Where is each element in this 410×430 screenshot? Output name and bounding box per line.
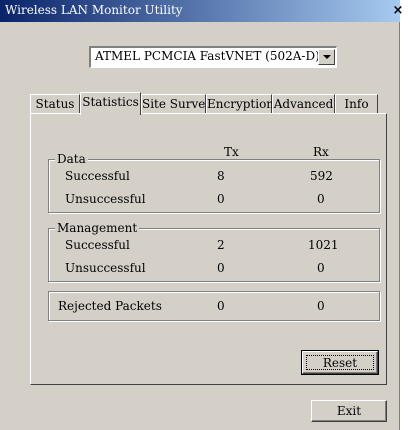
management-unsuccessful-tx: 0: [217, 261, 225, 275]
management-unsuccessful-label: Unsuccessful: [65, 261, 146, 275]
tab-encryption[interactable]: Encryption: [206, 94, 274, 114]
rejected-packets-label: Rejected Packets: [58, 299, 162, 313]
window-title: Wireless LAN Monitor Utility: [5, 3, 183, 17]
adapter-select-value: ATMEL PCMCIA FastVNET (502A-D): [95, 49, 320, 63]
chevron-down-icon: [323, 55, 331, 59]
close-icon[interactable]: ×: [390, 2, 406, 19]
title-bar[interactable]: Wireless LAN Monitor Utility ×: [0, 0, 403, 22]
management-group: Management Successful 2 1021 Unsuccessfu…: [48, 221, 380, 282]
data-successful-tx: 8: [217, 169, 225, 183]
data-successful-rx: 592: [310, 169, 333, 183]
data-successful-label: Successful: [65, 169, 130, 183]
tab-advanced[interactable]: Advanced: [272, 94, 335, 114]
exit-button[interactable]: Exit: [311, 400, 387, 422]
tab-info[interactable]: Info: [335, 94, 378, 114]
reset-button-focus-rect: [306, 355, 374, 370]
column-header-tx: Tx: [224, 145, 239, 159]
management-group-title: Management: [55, 221, 140, 235]
adapter-select-dropdown-button[interactable]: [318, 49, 335, 65]
management-unsuccessful-rx: 0: [317, 261, 325, 275]
management-successful-rx: 1021: [308, 238, 339, 252]
data-group-title: Data: [55, 152, 88, 166]
rejected-packets-tx: 0: [217, 299, 225, 313]
data-group: Data Successful 8 592 Unsuccessful 0 0: [48, 152, 380, 213]
reset-button[interactable]: Reset: [301, 350, 379, 375]
adapter-select[interactable]: ATMEL PCMCIA FastVNET (502A-D): [89, 46, 337, 68]
management-successful-tx: 2: [217, 238, 225, 252]
app-window: Wireless LAN Monitor Utility × ATMEL PCM…: [0, 0, 403, 430]
data-unsuccessful-tx: 0: [217, 192, 225, 206]
management-successful-label: Successful: [65, 238, 130, 252]
data-unsuccessful-rx: 0: [317, 192, 325, 206]
tab-statistics[interactable]: Statistics: [80, 92, 141, 115]
column-header-rx: Rx: [313, 145, 329, 159]
rejected-packets-group: Rejected Packets 0 0: [48, 291, 380, 321]
rejected-packets-rx: 0: [317, 299, 325, 313]
tab-site-survey[interactable]: Site Survey: [141, 94, 212, 114]
data-unsuccessful-label: Unsuccessful: [65, 192, 146, 206]
statistics-panel: Tx Rx Data Successful 8 592 Unsuccessful…: [30, 113, 387, 385]
tab-status[interactable]: Status: [30, 94, 80, 114]
